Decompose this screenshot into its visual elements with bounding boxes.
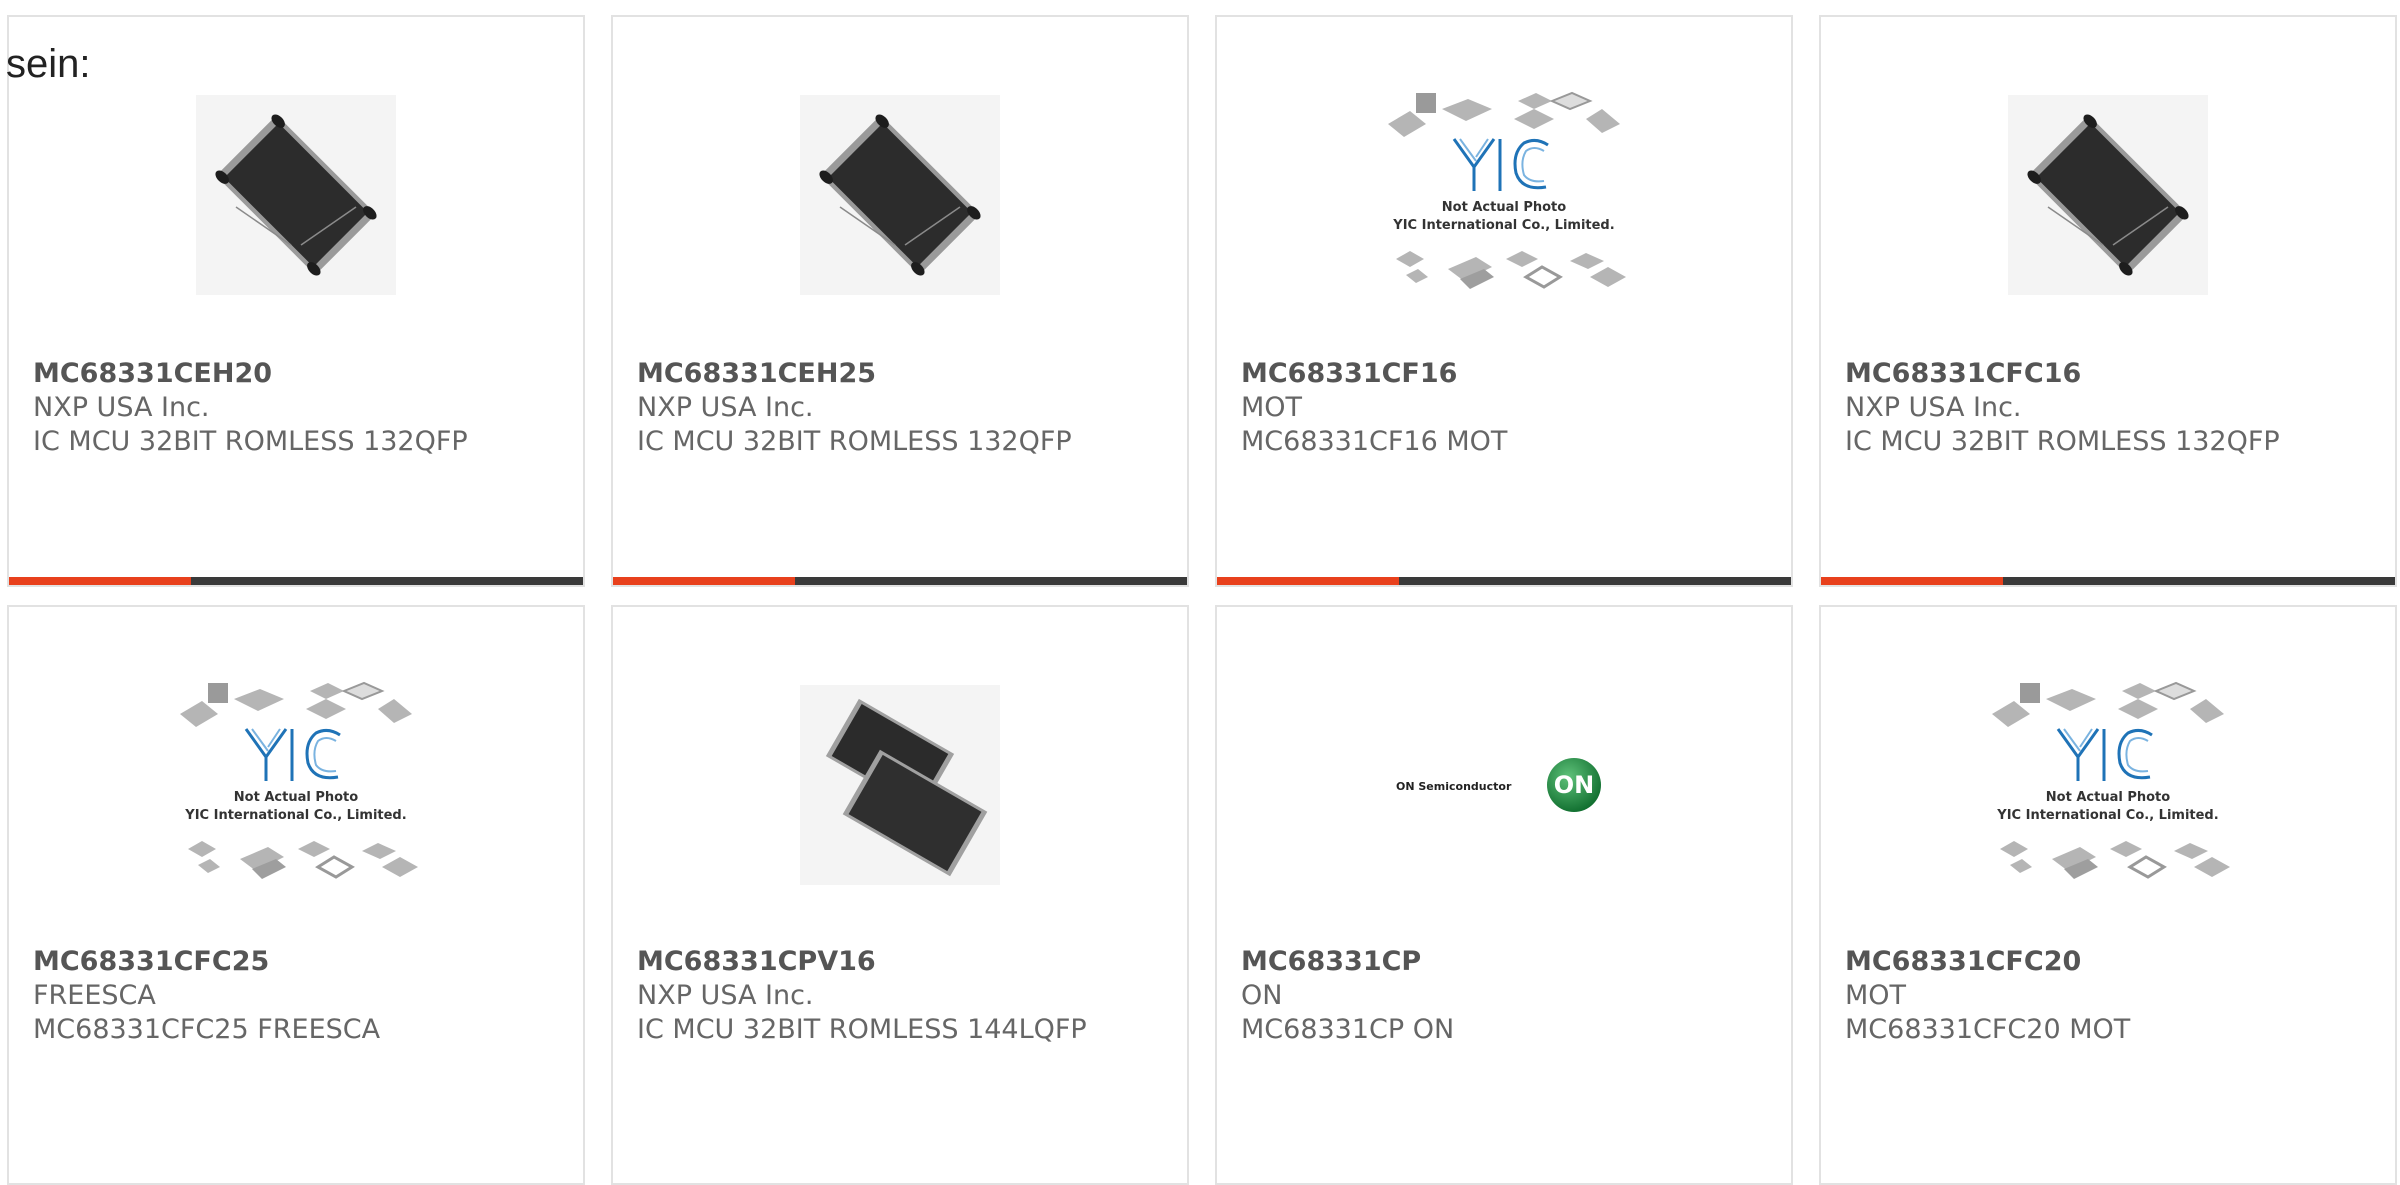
product-part-number[interactable]: MC68331CFC20 bbox=[1845, 945, 2375, 979]
card-bottom-bar bbox=[1821, 577, 2395, 585]
product-card[interactable]: MC68331CEH20 NXP USA Inc. IC MCU 32BIT R… bbox=[7, 15, 585, 587]
card-accent-bar bbox=[9, 577, 191, 585]
product-description: MC68331CF16 MOT bbox=[1241, 426, 1508, 457]
product-card[interactable]: Not Actual Photo YIC International Co., … bbox=[1819, 605, 2397, 1185]
image-caption: YIC International Co., Limited. bbox=[1392, 218, 1614, 233]
product-image[interactable] bbox=[9, 85, 583, 305]
product-card[interactable]: Not Actual Photo YIC International Co., … bbox=[7, 605, 585, 1185]
product-part-number[interactable]: MC68331CP bbox=[1241, 945, 1771, 979]
on-semiconductor-logo: ON Semiconductor ON bbox=[1396, 758, 1601, 812]
product-card[interactable]: ON Semiconductor ON MC68331CP ON MC68331… bbox=[1215, 605, 1793, 1185]
product-description: IC MCU 32BIT ROMLESS 132QFP bbox=[637, 426, 1072, 457]
product-manufacturer: FREESCA bbox=[33, 980, 156, 1011]
product-description: MC68331CFC25 FREESCA bbox=[33, 1014, 381, 1045]
product-manufacturer: NXP USA Inc. bbox=[33, 392, 210, 423]
yic-placeholder-image: Not Actual Photo YIC International Co., … bbox=[1388, 91, 1626, 289]
product-part-number[interactable]: MC68331CFC16 bbox=[1845, 357, 2375, 391]
card-bottom-bar bbox=[9, 577, 583, 585]
product-card[interactable]: MC68331CPV16 NXP USA Inc. IC MCU 32BIT R… bbox=[611, 605, 1189, 1185]
product-manufacturer: MOT bbox=[1241, 392, 1303, 423]
card-bottom-bar bbox=[1217, 577, 1791, 585]
product-image[interactable]: Not Actual Photo YIC International Co., … bbox=[1821, 675, 2395, 895]
image-caption: Not Actual Photo bbox=[1442, 200, 1566, 215]
intro-text: sein: bbox=[6, 42, 91, 86]
product-card[interactable]: MC68331CEH25 NXP USA Inc. IC MCU 32BIT R… bbox=[611, 15, 1189, 587]
product-description: MC68331CFC20 MOT bbox=[1845, 1014, 2131, 1045]
product-image[interactable] bbox=[1821, 85, 2395, 305]
product-image[interactable]: ON Semiconductor ON bbox=[1217, 675, 1791, 895]
product-description: IC MCU 32BIT ROMLESS 144LQFP bbox=[637, 1014, 1087, 1045]
lqfp-chips-image bbox=[800, 685, 1000, 885]
product-image[interactable]: Not Actual Photo YIC International Co., … bbox=[9, 675, 583, 895]
product-part-number[interactable]: MC68331CEH20 bbox=[33, 357, 563, 391]
product-description: IC MCU 32BIT ROMLESS 132QFP bbox=[33, 426, 468, 457]
product-card[interactable]: Not Actual Photo YIC International Co., … bbox=[1215, 15, 1793, 587]
product-manufacturer: ON bbox=[1241, 980, 1283, 1011]
qfp-chip-image bbox=[2008, 95, 2208, 295]
logo-mark: ON bbox=[1554, 771, 1595, 799]
logo-text: ON Semiconductor bbox=[1396, 780, 1512, 793]
image-caption: Not Actual Photo bbox=[2046, 790, 2170, 805]
product-card[interactable]: MC68331CFC16 NXP USA Inc. IC MCU 32BIT R… bbox=[1819, 15, 2397, 587]
image-caption: YIC International Co., Limited. bbox=[184, 808, 406, 823]
qfp-chip-image bbox=[196, 95, 396, 295]
product-description: MC68331CP ON bbox=[1241, 1014, 1455, 1045]
product-manufacturer: NXP USA Inc. bbox=[1845, 392, 2022, 423]
card-accent-bar bbox=[613, 577, 795, 585]
product-description: IC MCU 32BIT ROMLESS 132QFP bbox=[1845, 426, 2280, 457]
product-image[interactable] bbox=[613, 85, 1187, 305]
yic-placeholder-image: Not Actual Photo YIC International Co., … bbox=[1992, 681, 2230, 879]
product-manufacturer: NXP USA Inc. bbox=[637, 392, 814, 423]
card-bottom-bar bbox=[613, 577, 1187, 585]
card-accent-bar bbox=[1821, 577, 2003, 585]
product-manufacturer: MOT bbox=[1845, 980, 1907, 1011]
product-image[interactable]: Not Actual Photo YIC International Co., … bbox=[1217, 85, 1791, 305]
card-accent-bar bbox=[1217, 577, 1399, 585]
product-image[interactable] bbox=[613, 675, 1187, 895]
qfp-chip-image bbox=[800, 95, 1000, 295]
product-part-number[interactable]: MC68331CFC25 bbox=[33, 945, 563, 979]
product-manufacturer: NXP USA Inc. bbox=[637, 980, 814, 1011]
yic-placeholder-image: Not Actual Photo YIC International Co., … bbox=[180, 681, 418, 879]
product-part-number[interactable]: MC68331CEH25 bbox=[637, 357, 1167, 391]
image-caption: YIC International Co., Limited. bbox=[1996, 808, 2218, 823]
product-part-number[interactable]: MC68331CF16 bbox=[1241, 357, 1771, 391]
product-part-number[interactable]: MC68331CPV16 bbox=[637, 945, 1167, 979]
image-caption: Not Actual Photo bbox=[234, 790, 358, 805]
